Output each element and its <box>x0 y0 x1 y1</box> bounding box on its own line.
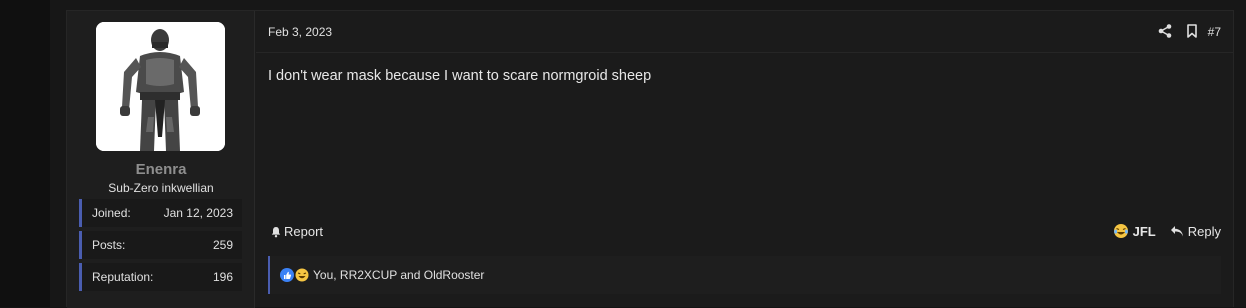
stat-reputation: Reputation: 196 <box>79 263 242 291</box>
post-content: Feb 3, 2023 #7 I don't wear mask because… <box>256 11 1233 308</box>
post-actions: JFL Reply <box>1113 223 1221 239</box>
username[interactable]: Enenra <box>67 161 255 178</box>
reactions-bar[interactable]: You, RR2XCUP and OldRooster <box>268 256 1221 294</box>
reply-arrow-icon <box>1170 225 1183 236</box>
post-date[interactable]: Feb 3, 2023 <box>268 25 332 39</box>
left-gutter <box>0 0 50 307</box>
stat-value: 196 <box>212 270 233 284</box>
ninja-avatar-image <box>96 22 225 151</box>
avatar[interactable] <box>96 22 225 151</box>
laugh-emoji-icon <box>1113 224 1128 238</box>
like-icon <box>280 268 294 282</box>
report-label: Report <box>284 224 324 239</box>
stat-label: Reputation: <box>92 270 154 284</box>
stat-label: Posts: <box>92 238 126 252</box>
react-label: JFL <box>1132 223 1156 239</box>
stat-joined: Joined: Jan 12, 2023 <box>79 199 242 227</box>
stat-label: Joined: <box>92 206 131 220</box>
report-link[interactable]: Report <box>270 224 323 239</box>
bell-icon <box>271 226 281 237</box>
post-number[interactable]: #7 <box>1208 25 1221 39</box>
post-header: Feb 3, 2023 #7 <box>256 11 1233 53</box>
stat-value: 259 <box>212 238 233 252</box>
bookmark-icon[interactable] <box>1184 23 1200 39</box>
laugh-icon <box>295 268 309 282</box>
forum-post: Enenra Sub-Zero inkwellian Joined: Jan 1… <box>66 10 1234 308</box>
stat-value: Jan 12, 2023 <box>163 206 233 220</box>
stat-posts: Posts: 259 <box>79 231 242 259</box>
reactions-text[interactable]: You, RR2XCUP and OldRooster <box>313 268 484 282</box>
user-info-panel: Enenra Sub-Zero inkwellian Joined: Jan 1… <box>67 11 255 308</box>
post-message: I don't wear mask because I want to scar… <box>268 68 652 84</box>
react-button[interactable]: JFL <box>1113 223 1156 239</box>
share-icon[interactable] <box>1157 23 1173 39</box>
reply-button[interactable]: Reply <box>1170 224 1221 239</box>
user-title: Sub-Zero inkwellian <box>108 181 214 195</box>
reply-label: Reply <box>1187 223 1221 239</box>
